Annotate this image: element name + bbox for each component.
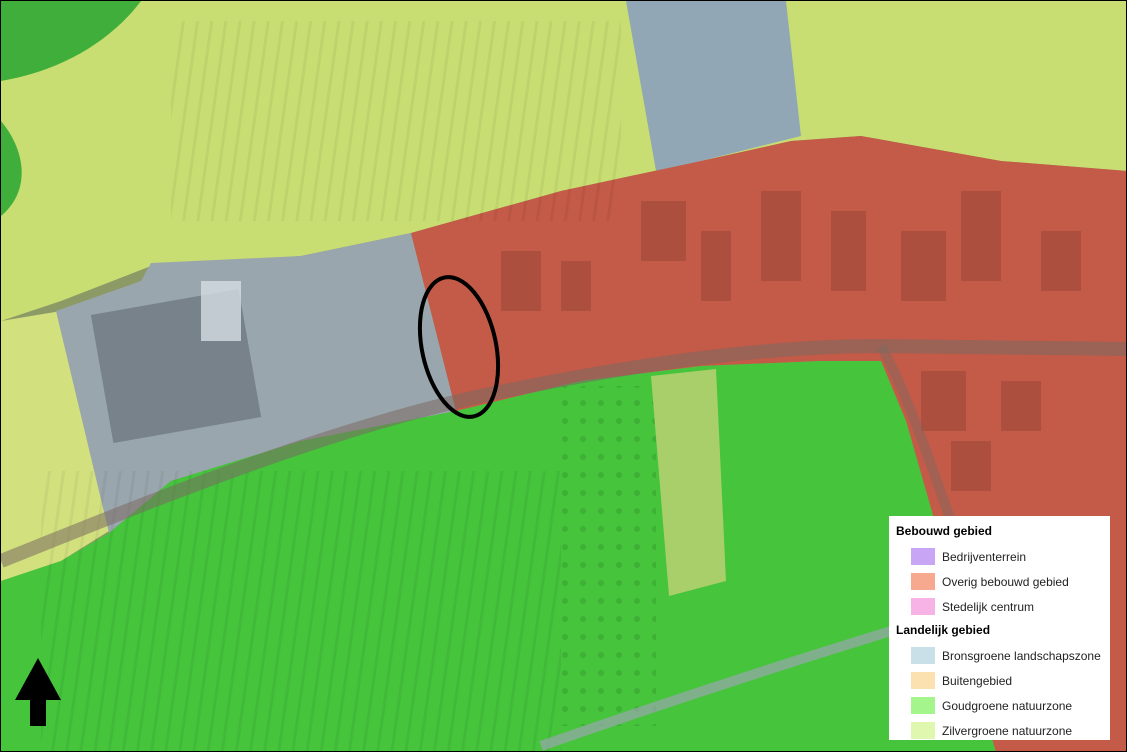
legend-item: Bronsgroene landschapszone [911, 643, 1110, 668]
legend-item: Bedrijventerrein [911, 544, 1110, 569]
legend-swatch [911, 548, 935, 565]
map-legend: Bebouwd gebied Bedrijventerrein Overig b… [889, 516, 1110, 740]
legend-swatch [911, 573, 935, 590]
legend-item: Overig bebouwd gebied [911, 569, 1110, 594]
legend-swatch [911, 722, 935, 739]
legend-item: Zilvergroene natuurzone [911, 718, 1110, 743]
orchard-field [556, 386, 656, 726]
legend-group-title: Bebouwd gebied [896, 524, 992, 538]
legend-item: Stedelijk centrum [911, 594, 1110, 619]
legend-label: Goudgroene natuurzone [942, 698, 1073, 713]
legend-group-title: Landelijk gebied [896, 623, 991, 637]
legend-label: Overig bebouwd gebied [942, 574, 1069, 589]
legend-swatch [911, 598, 935, 615]
legend-label: Zilvergroene natuurzone [942, 723, 1073, 738]
map-view[interactable]: Bebouwd gebied Bedrijventerrein Overig b… [0, 0, 1127, 752]
legend-swatch [911, 647, 935, 664]
legend-label: Buitengebied [942, 673, 1013, 688]
legend-item: Buitengebied [911, 668, 1110, 693]
legend-swatch [911, 672, 935, 689]
legend-item: Goudgroene natuurzone [911, 693, 1110, 718]
legend-label: Bedrijventerrein [942, 549, 1027, 564]
legend-swatch [911, 697, 935, 714]
field-texture-north [171, 21, 621, 221]
legend-label: Stedelijk centrum [942, 599, 1035, 614]
legend-label: Bronsgroene landschapszone [942, 648, 1101, 663]
north-arrow-icon [15, 658, 61, 726]
